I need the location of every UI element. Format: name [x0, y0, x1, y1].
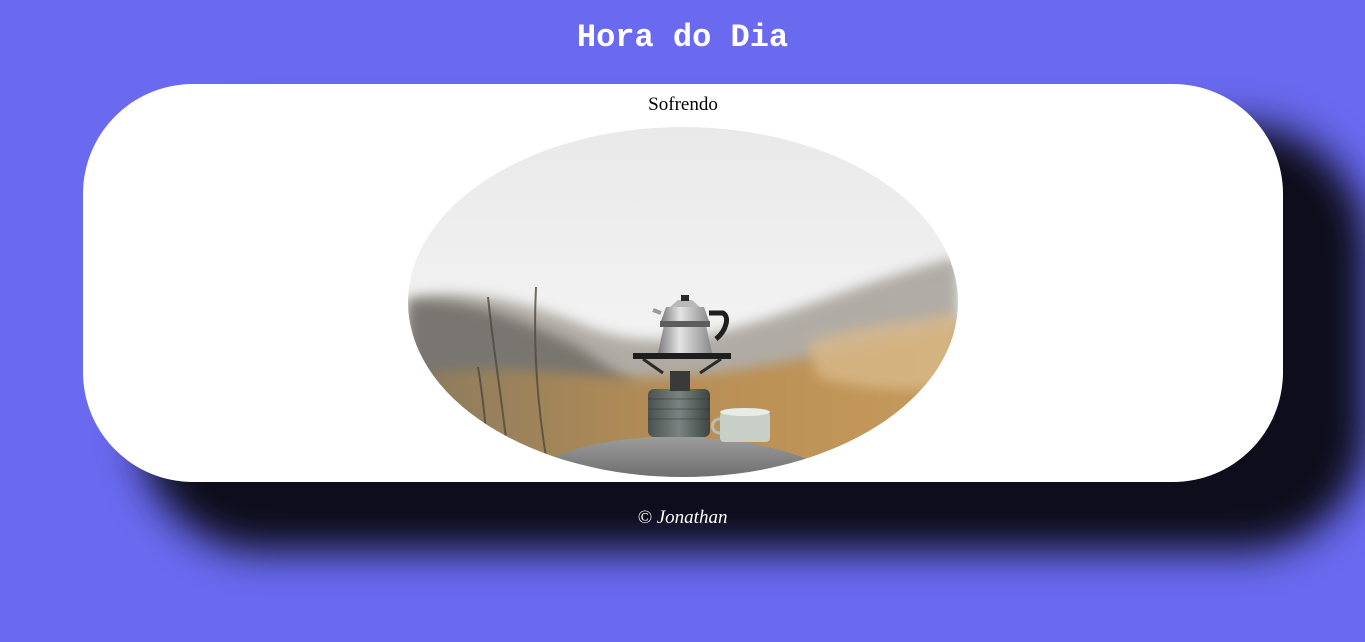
coffee-photo	[408, 127, 958, 477]
enamel-cup	[720, 412, 770, 442]
stove-burner	[670, 371, 690, 391]
page-title: Hora do Dia	[576, 19, 789, 56]
card-caption: Sofrendo	[648, 94, 718, 115]
stove-grate	[633, 353, 731, 359]
moka-pot-top	[661, 307, 709, 321]
footer-copyright: © Jonathan	[637, 507, 728, 528]
moka-pot-base	[658, 325, 712, 353]
gas-canister	[648, 389, 710, 437]
content-card: Sofrendo	[83, 84, 1283, 482]
moka-pot-knob	[681, 295, 689, 301]
